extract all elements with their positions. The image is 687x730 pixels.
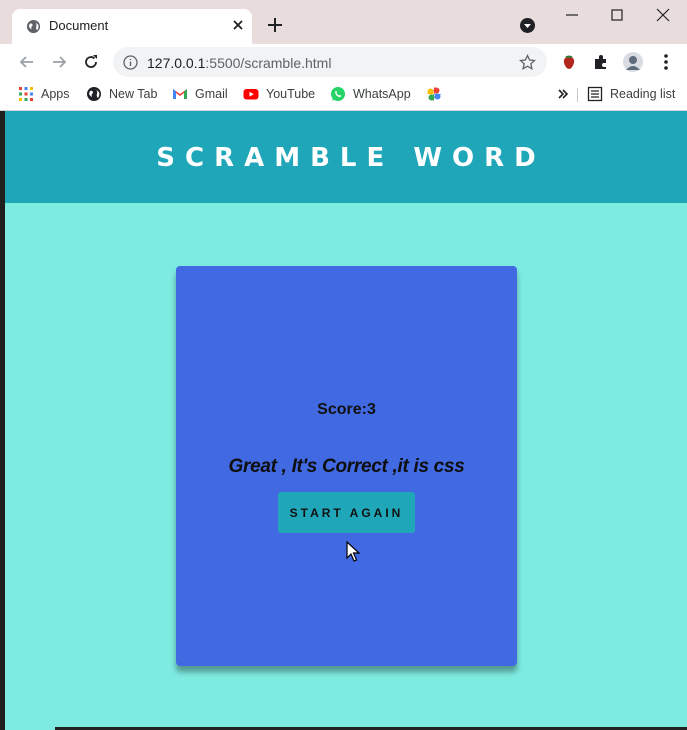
tab-search-icon[interactable] xyxy=(519,17,536,34)
tab-strip: Document xyxy=(0,0,687,44)
bookmarks-bar: Apps New Tab Gmail YouTube WhatsApp Read… xyxy=(0,79,687,109)
bookmark-whatsapp[interactable]: WhatsApp xyxy=(330,84,411,104)
bookmarks-divider xyxy=(577,88,578,102)
score-text: Score:3 xyxy=(317,401,376,418)
bookmark-label: Apps xyxy=(41,87,70,101)
apps-grid-icon xyxy=(19,87,33,101)
url-path: :5500/scramble.html xyxy=(205,55,332,71)
start-again-button[interactable]: START AGAIN xyxy=(278,492,415,533)
bookmark-youtube[interactable]: YouTube xyxy=(243,84,315,104)
reading-list-label: Reading list xyxy=(610,87,676,101)
bookmark-apps[interactable]: Apps xyxy=(18,84,70,104)
google-photos-icon xyxy=(427,87,441,101)
maximize-icon[interactable] xyxy=(607,6,627,24)
address-bar[interactable]: 127.0.0.1:5500/scramble.html xyxy=(113,47,547,77)
new-tab-icon[interactable] xyxy=(266,16,284,34)
bookmark-google-photos[interactable] xyxy=(426,84,442,104)
bookmark-label: New Tab xyxy=(109,87,158,101)
back-arrow-icon[interactable] xyxy=(17,52,37,72)
page-header: SCRAMBLE WORD xyxy=(5,111,687,203)
whatsapp-icon xyxy=(331,87,345,101)
tab-title: Document xyxy=(49,18,109,33)
forward-arrow-icon[interactable] xyxy=(49,52,69,72)
result-message: Great , It's Correct ,it is css xyxy=(228,456,465,477)
browser-toolbar: 127.0.0.1:5500/scramble.html xyxy=(0,44,687,79)
bookmark-label: YouTube xyxy=(266,87,316,101)
page-viewport: SCRAMBLE WORD Score:3 Great , It's Corre… xyxy=(0,111,687,730)
mouse-cursor-icon xyxy=(346,541,360,562)
bookmark-gmail[interactable]: Gmail xyxy=(172,84,228,104)
info-icon[interactable] xyxy=(123,55,138,70)
tab-document[interactable]: Document xyxy=(12,9,252,44)
globe-icon xyxy=(87,87,101,101)
bookmark-label: Gmail xyxy=(195,87,228,101)
window-close-icon[interactable] xyxy=(653,6,673,24)
minimize-icon[interactable] xyxy=(562,6,582,24)
page-title: SCRAMBLE WORD xyxy=(156,143,546,173)
bookmark-star-icon[interactable] xyxy=(519,54,536,71)
url-text: 127.0.0.1:5500/scramble.html xyxy=(147,55,331,71)
extensions-puzzle-icon[interactable] xyxy=(591,52,611,72)
strawberry-extension-icon[interactable] xyxy=(559,52,579,72)
profile-avatar[interactable] xyxy=(623,52,643,72)
reload-icon[interactable] xyxy=(81,52,101,72)
youtube-icon xyxy=(243,89,259,100)
reading-list-icon xyxy=(587,86,603,102)
bookmark-label: WhatsApp xyxy=(353,87,411,101)
menu-kebab-icon[interactable] xyxy=(656,52,676,72)
bookmark-new-tab[interactable]: New Tab xyxy=(86,84,157,104)
reading-list-button[interactable]: Reading list xyxy=(587,84,675,104)
gmail-icon xyxy=(173,89,187,99)
close-icon[interactable] xyxy=(230,17,246,33)
game-card: Score:3 Great , It's Correct ,it is css … xyxy=(176,266,517,666)
globe-icon xyxy=(26,19,41,34)
bookmarks-overflow-chevron-icon[interactable] xyxy=(555,84,571,104)
double-chevron-right-icon xyxy=(558,89,569,99)
url-host: 127.0.0.1 xyxy=(147,55,206,71)
